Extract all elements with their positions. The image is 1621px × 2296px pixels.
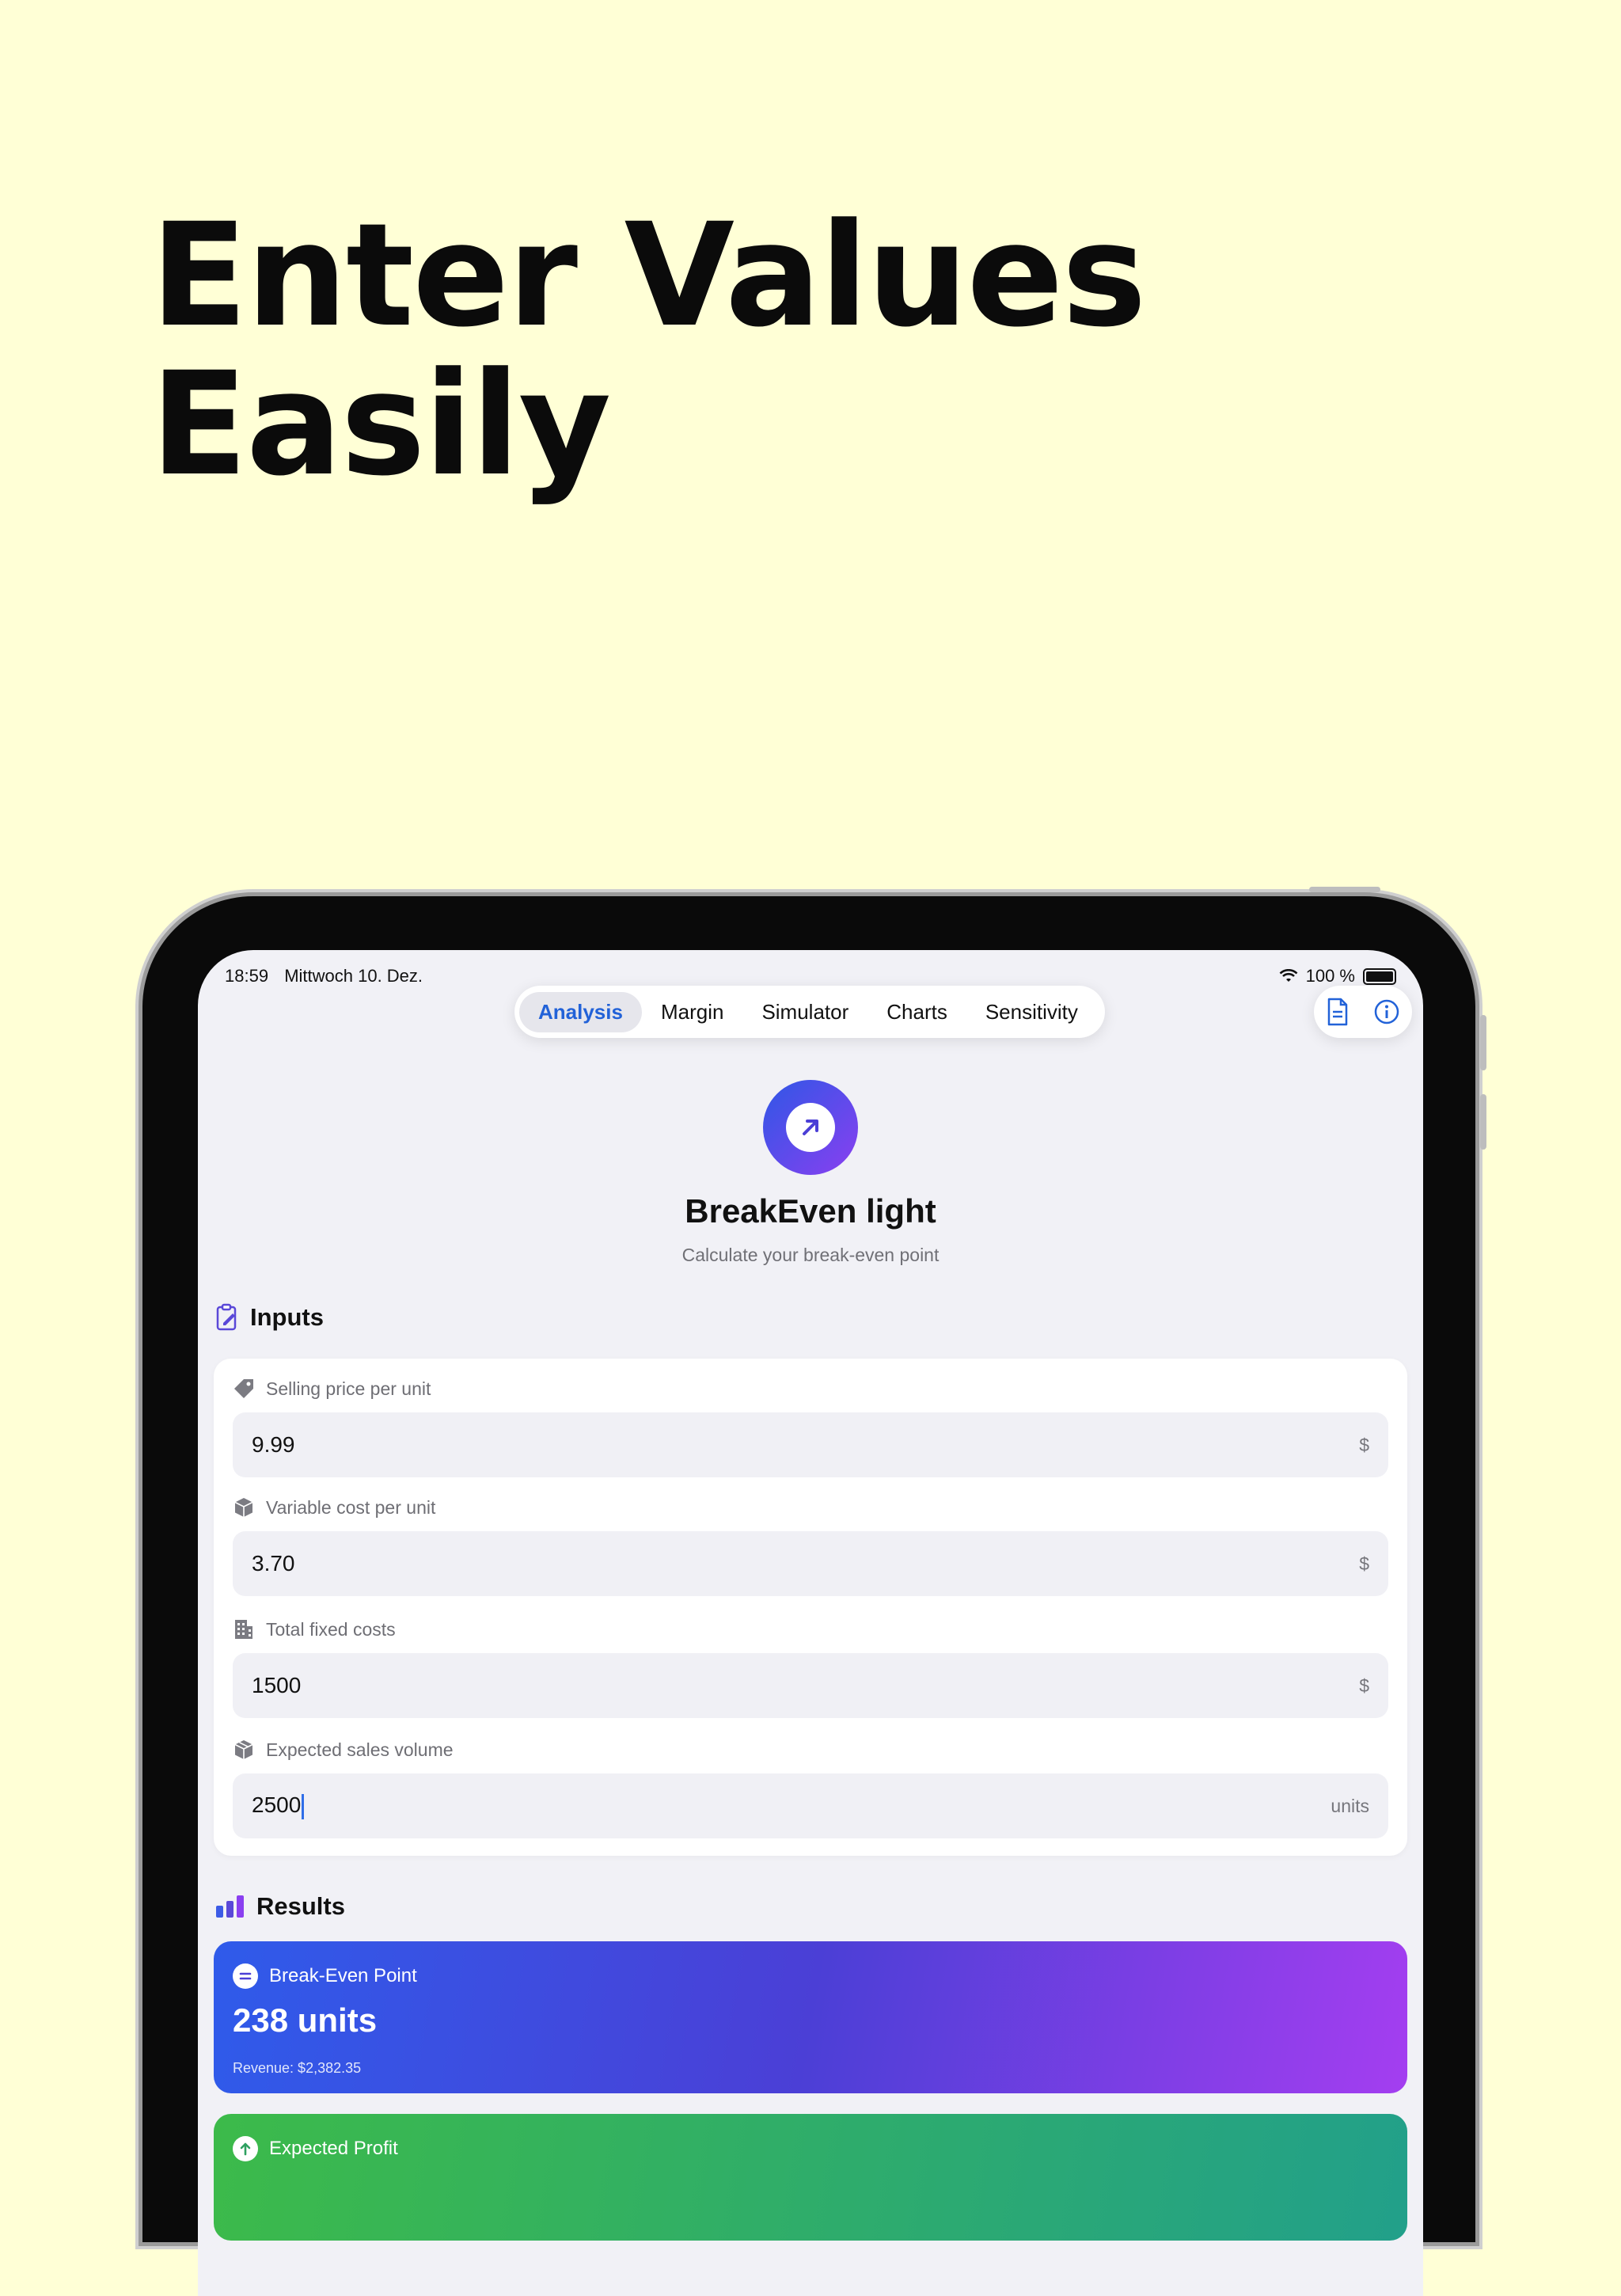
variable-cost-label: Variable cost per unit	[266, 1496, 436, 1518]
variable-cost-field: Variable cost per unit 3.70 $	[233, 1492, 1388, 1596]
selling-price-unit: $	[1359, 1434, 1369, 1455]
fixed-costs-unit: $	[1359, 1674, 1369, 1696]
variable-cost-input[interactable]: 3.70 $	[233, 1531, 1388, 1596]
info-icon[interactable]	[1373, 998, 1400, 1025]
sales-volume-value: 2500	[252, 1792, 302, 1818]
break-even-card: Break-Even Point 238 units Revenue: $2,3…	[214, 1941, 1407, 2093]
wifi-icon	[1279, 969, 1298, 982]
results-section-header: Results	[215, 1892, 345, 1921]
variable-cost-unit: $	[1359, 1553, 1369, 1574]
tablet-frame: 18:59 Mittwoch 10. Dez. 100 % Analysis M…	[142, 887, 1486, 2296]
boxes-icon	[234, 1740, 253, 1759]
status-time: 18:59	[225, 966, 269, 986]
tab-bar: Analysis Margin Simulator Charts Sensiti…	[514, 986, 1105, 1038]
volume-up-button	[1480, 1015, 1486, 1070]
tab-sensitivity[interactable]: Sensitivity	[966, 992, 1097, 1032]
tab-simulator[interactable]: Simulator	[742, 992, 867, 1032]
fixed-costs-value: 1500	[252, 1673, 302, 1697]
selling-price-label: Selling price per unit	[266, 1378, 431, 1399]
box-icon	[234, 1498, 253, 1517]
inputs-title: Inputs	[250, 1303, 324, 1331]
bar-chart-icon	[216, 1895, 244, 1918]
text-caret	[302, 1793, 305, 1819]
status-date: Mittwoch 10. Dez.	[284, 966, 423, 986]
arrow-up-right-icon	[803, 1119, 818, 1135]
app-logo	[763, 1080, 858, 1175]
tab-margin[interactable]: Margin	[642, 992, 742, 1032]
equals-icon	[233, 1963, 258, 1989]
sales-volume-unit: units	[1331, 1795, 1369, 1816]
selling-price-input[interactable]: 9.99 $	[233, 1412, 1388, 1477]
sales-volume-input[interactable]: 2500 units	[233, 1773, 1388, 1838]
toolbar-actions	[1314, 986, 1412, 1038]
battery-icon	[1363, 967, 1396, 985]
screen: 18:59 Mittwoch 10. Dez. 100 % Analysis M…	[198, 950, 1423, 2296]
headline: Enter Values Easily	[150, 193, 1147, 507]
selling-price-field: Selling price per unit 9.99 $	[233, 1373, 1388, 1477]
battery-percent: 100 %	[1305, 966, 1355, 986]
clipboard-edit-icon	[216, 1303, 237, 1331]
expected-profit-label: Expected Profit	[269, 2138, 398, 2159]
document-icon[interactable]	[1326, 998, 1350, 1026]
inputs-card: Selling price per unit 9.99 $ Variable c…	[214, 1359, 1407, 1856]
arrow-up-icon	[233, 2136, 258, 2161]
power-button	[1309, 887, 1380, 892]
fixed-costs-field: Total fixed costs 1500 $	[233, 1614, 1388, 1718]
fixed-costs-input[interactable]: 1500 $	[233, 1653, 1388, 1718]
building-icon	[235, 1620, 252, 1639]
headline-line-1: Enter Values	[150, 193, 1147, 359]
break-even-label: Break-Even Point	[269, 1965, 417, 1986]
sales-volume-label: Expected sales volume	[266, 1739, 454, 1760]
fixed-costs-label: Total fixed costs	[266, 1618, 396, 1640]
inputs-section-header: Inputs	[215, 1303, 324, 1332]
volume-down-button	[1480, 1094, 1486, 1150]
break-even-revenue: Revenue: $2,382.35	[233, 2060, 362, 2076]
app-title: BreakEven light	[685, 1192, 936, 1230]
headline-line-2: Easily	[150, 342, 611, 507]
expected-profit-card: Expected Profit	[214, 2114, 1407, 2241]
app-subtitle: Calculate your break-even point	[681, 1245, 940, 1265]
tab-analysis[interactable]: Analysis	[519, 991, 642, 1032]
tag-icon	[234, 1379, 253, 1398]
selling-price-value: 9.99	[252, 1432, 295, 1457]
sales-volume-field: Expected sales volume 2500 units	[233, 1734, 1388, 1838]
tab-charts[interactable]: Charts	[867, 992, 966, 1032]
break-even-value: 238 units	[233, 2001, 378, 2039]
results-title: Results	[256, 1892, 345, 1920]
variable-cost-value: 3.70	[252, 1551, 295, 1576]
